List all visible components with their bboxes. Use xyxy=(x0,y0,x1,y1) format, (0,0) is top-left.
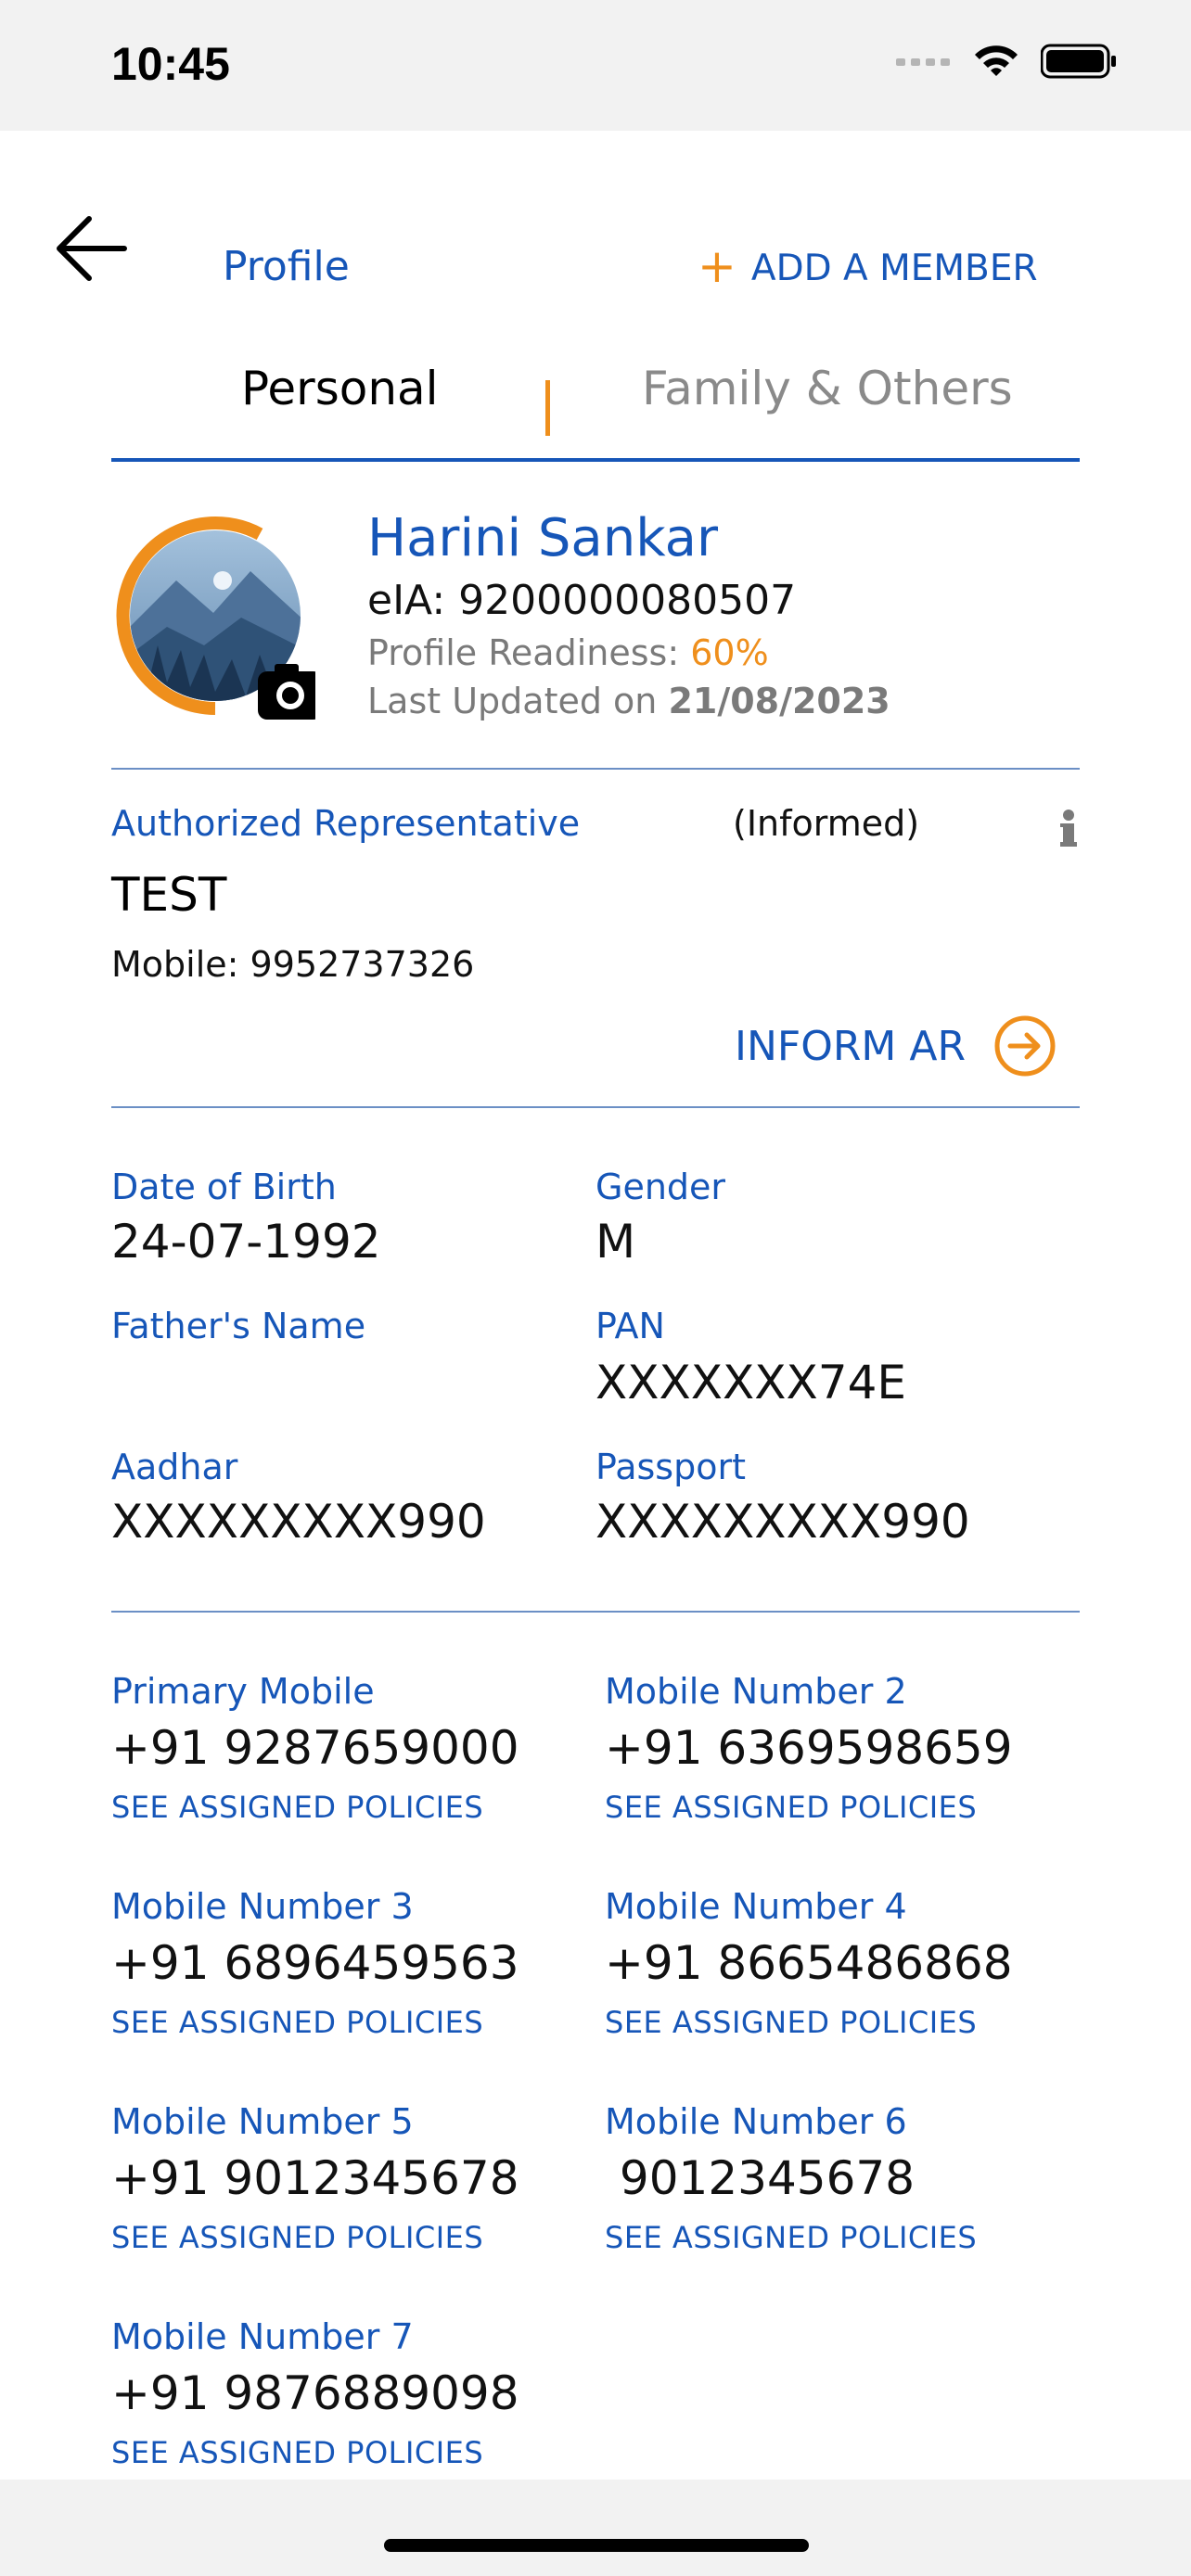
updated-date: 21/08/2023 xyxy=(668,681,890,721)
mobile-label: Mobile Number 4 xyxy=(605,1886,907,1927)
tab-divider xyxy=(545,380,550,436)
see-assigned-policies-link[interactable]: SEE ASSIGNED POLICIES xyxy=(605,2005,977,2040)
gender-label: Gender xyxy=(596,1167,726,1207)
ar-status: (Informed) xyxy=(733,803,920,844)
divider xyxy=(111,768,1080,770)
back-arrow-icon xyxy=(57,216,127,281)
mobile-label: Mobile Number 6 xyxy=(605,2101,907,2142)
profile-name: Harini Sankar xyxy=(367,508,718,568)
bottom-bar xyxy=(0,2480,1191,2576)
ar-mobile: Mobile: 9952737326 xyxy=(111,944,475,985)
see-assigned-policies-link[interactable]: SEE ASSIGNED POLICIES xyxy=(111,2220,483,2255)
signal-icon xyxy=(896,58,950,66)
see-assigned-policies-link[interactable]: SEE ASSIGNED POLICIES xyxy=(111,2435,483,2470)
updated-label: Last Updated on xyxy=(367,681,669,721)
readiness-label: Profile Readiness: xyxy=(367,632,691,673)
avatar[interactable] xyxy=(111,516,323,720)
mobile-value: +91 9876889098 xyxy=(111,2366,519,2420)
status-icons xyxy=(896,43,1117,80)
wifi-icon xyxy=(975,45,1018,76)
status-bar: 10:45 xyxy=(0,0,1191,131)
see-assigned-policies-link[interactable]: SEE ASSIGNED POLICIES xyxy=(605,2220,977,2255)
arrow-right-circle-icon xyxy=(994,1015,1056,1077)
tab-family-others[interactable]: Family & Others xyxy=(642,362,1013,415)
inform-ar-button[interactable]: INFORM AR xyxy=(735,1014,1057,1078)
page-title: Profile xyxy=(223,243,350,290)
battery-icon xyxy=(1041,44,1116,79)
add-member-label: ADD A MEMBER xyxy=(750,247,1038,289)
divider xyxy=(111,1106,1080,1108)
profile-readiness: Profile Readiness: 60% xyxy=(367,632,769,673)
ar-title: Authorized Representative xyxy=(111,803,581,844)
see-assigned-policies-link[interactable]: SEE ASSIGNED POLICIES xyxy=(605,1790,977,1825)
mobile-value: +91 9012345678 xyxy=(111,2151,519,2205)
ar-name: TEST xyxy=(111,868,227,922)
inform-ar-label: INFORM AR xyxy=(735,1022,967,1070)
divider xyxy=(111,1611,1080,1613)
see-assigned-policies-link[interactable]: SEE ASSIGNED POLICIES xyxy=(111,2005,483,2040)
mobile-label: Mobile Number 2 xyxy=(605,1671,907,1712)
profile-tabs: Personal Family & Others xyxy=(111,352,1080,462)
passport-value: XXXXXXXXX990 xyxy=(596,1495,970,1549)
passport-label: Passport xyxy=(596,1447,746,1487)
mobile-value: +91 6369598659 xyxy=(605,1721,1013,1775)
profile-eia: eIA: 9200000080507 xyxy=(367,577,797,624)
pan-label: PAN xyxy=(596,1306,665,1346)
aadhar-label: Aadhar xyxy=(111,1447,238,1487)
see-assigned-policies-link[interactable]: SEE ASSIGNED POLICIES xyxy=(111,1790,483,1825)
dob-label: Date of Birth xyxy=(111,1167,337,1207)
mobile-label: Mobile Number 5 xyxy=(111,2101,414,2142)
mobile-label: Mobile Number 7 xyxy=(111,2316,414,2357)
info-icon[interactable] xyxy=(1057,809,1080,849)
avatar-image xyxy=(116,516,323,720)
gender-value: M xyxy=(596,1215,636,1269)
mobile-value: +91 6896459563 xyxy=(111,1936,519,1990)
pan-value: XXXXXXX74E xyxy=(596,1356,906,1409)
profile-last-updated: Last Updated on 21/08/2023 xyxy=(367,681,890,721)
aadhar-value: XXXXXXXXX990 xyxy=(111,1495,486,1549)
plus-icon: + xyxy=(698,239,736,293)
mobile-label: Primary Mobile xyxy=(111,1671,375,1712)
dob-value: 24-07-1992 xyxy=(111,1215,381,1269)
camera-icon xyxy=(258,664,323,720)
mobile-value: +91 9287659000 xyxy=(111,1721,519,1775)
mobile-value: +91 8665486868 xyxy=(605,1936,1013,1990)
back-button[interactable] xyxy=(52,210,130,287)
readiness-value: 60% xyxy=(690,632,769,673)
status-time: 10:45 xyxy=(111,38,230,90)
tab-personal[interactable]: Personal xyxy=(241,362,439,415)
mobile-label: Mobile Number 3 xyxy=(111,1886,414,1927)
add-member-button[interactable]: + ADD A MEMBER xyxy=(698,243,1038,289)
mobile-value: 9012345678 xyxy=(605,2151,916,2205)
home-indicator[interactable] xyxy=(384,2539,809,2552)
father-name-label: Father's Name xyxy=(111,1306,366,1346)
